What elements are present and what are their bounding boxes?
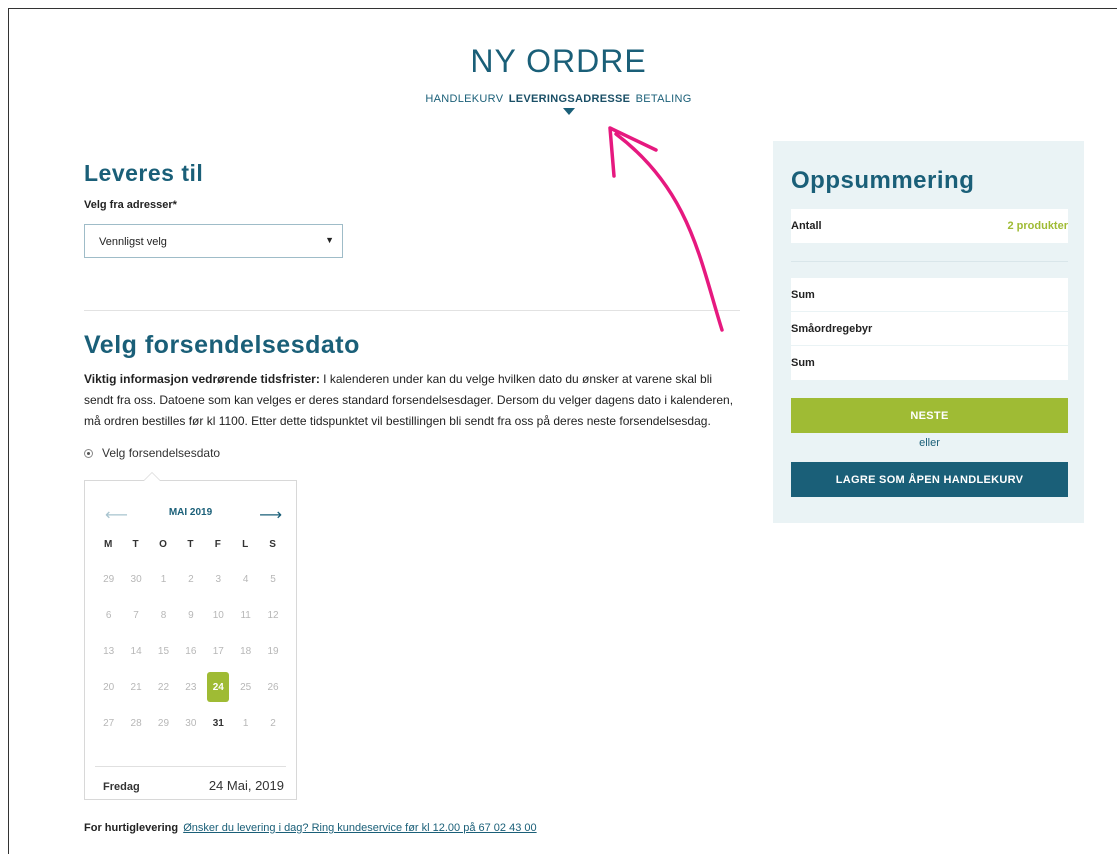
express-delivery-label: For hurtiglevering <box>84 822 179 834</box>
selected-date: 24 Mai, 2019 <box>208 778 284 793</box>
calendar-day[interactable]: 14 <box>122 637 149 665</box>
summary-separator <box>791 261 1068 262</box>
caret-down-icon: ▼ <box>325 235 334 245</box>
order-summary: Oppsummering Antall 2 produkter Sum Småo… <box>773 141 1084 523</box>
calendar-day[interactable]: 7 <box>122 601 149 629</box>
calendar-day[interactable]: 1 <box>150 565 177 593</box>
calendar-day[interactable]: 25 <box>232 673 259 701</box>
calendar-week: 20 21 22 23 24 25 26 <box>95 672 287 709</box>
calendar-day[interactable]: 26 <box>259 673 286 701</box>
calendar-day[interactable]: 11 <box>232 601 259 629</box>
calendar-day[interactable]: 21 <box>122 673 149 701</box>
express-delivery-link[interactable]: Ønsker du levering i dag? Ring kundeserv… <box>183 822 536 834</box>
summary-count-label: Antall <box>791 220 822 232</box>
calendar-day[interactable]: 10 <box>205 601 232 629</box>
weekday-header: O <box>159 539 168 550</box>
page-title: NY ORDRE <box>470 43 647 79</box>
calendar-day[interactable]: 16 <box>177 637 204 665</box>
shipping-date-option-label: Velg forsendelsesdato <box>102 446 221 460</box>
summary-totals: Sum Småordregebyr Sum <box>791 278 1068 380</box>
calendar-week: 27 28 29 30 31 1 2 <box>95 709 287 745</box>
calendar-day[interactable]: 3 <box>205 565 232 593</box>
shipping-date-heading: Velg forsendelsesdato <box>84 331 360 359</box>
calendar-week: 6 7 8 9 10 11 12 <box>95 601 287 637</box>
date-picker: ⟵ MAI 2019 ⟶ MTOTFLS 29 30 1 2 3 4 5 6 7 8 9 10 11 12… <box>84 472 297 800</box>
calendar-day[interactable]: 2 <box>259 709 286 737</box>
express-delivery: For hurtiglevering Ønsker du levering i … <box>84 822 537 834</box>
calendar-week: 29 30 1 2 3 4 5 <box>95 565 287 601</box>
step-cart[interactable]: HANDLEKURV <box>425 93 503 105</box>
calendar-day[interactable]: 30 <box>177 709 204 737</box>
step-payment[interactable]: BETALING <box>636 93 692 105</box>
calendar-day[interactable]: 12 <box>259 601 286 629</box>
weekday-header: F <box>214 539 222 550</box>
section-divider <box>84 310 740 311</box>
calendar-day[interactable]: 6 <box>95 601 122 629</box>
summary-row-label: Småordregebyr <box>791 322 873 335</box>
calendar-week: 13 14 15 16 17 18 19 <box>95 637 287 673</box>
weekday-header: T <box>187 539 195 550</box>
calendar-day[interactable]: 15 <box>150 637 177 665</box>
calendar-day[interactable]: 23 <box>177 673 204 701</box>
calendar-day[interactable]: 29 <box>95 565 122 593</box>
calendar-day[interactable]: 8 <box>150 601 177 629</box>
calendar-day[interactable]: 9 <box>177 601 204 629</box>
calendar-day[interactable]: 13 <box>95 637 122 665</box>
calendar-day[interactable]: 20 <box>95 673 122 701</box>
calendar-day[interactable]: 18 <box>232 637 259 665</box>
calendar-day[interactable]: 24 <box>207 672 230 702</box>
delivery-heading: Leveres til <box>84 160 204 186</box>
or-text: eller <box>919 437 940 449</box>
calendar-day[interactable]: 5 <box>259 565 286 593</box>
calendar-day[interactable]: 28 <box>122 709 149 737</box>
summary-count-box: Antall 2 produkter <box>791 209 1068 243</box>
calendar-day[interactable]: 1 <box>232 709 259 737</box>
calendar-footer: Fredag 24 Mai, 2019 <box>95 766 286 793</box>
summary-heading: Oppsummering <box>791 167 975 194</box>
arrow-right-icon[interactable]: ⟶ <box>259 505 282 525</box>
weekday-header: L <box>242 539 250 550</box>
weekday-header: M <box>104 539 114 550</box>
deadline-info-title: Viktig informasjon vedrørende tidsfriste… <box>84 372 320 386</box>
address-select-label: Velg fra adresser* <box>84 199 177 211</box>
summary-row-sum: Sum <box>791 278 1068 312</box>
calendar-day[interactable]: 22 <box>150 673 177 701</box>
next-button[interactable]: NESTE <box>791 398 1068 433</box>
address-select-value: Vennligst velg <box>99 236 167 248</box>
weekday-header: T <box>132 539 140 550</box>
shipping-date-option[interactable]: Velg forsendelsesdato <box>84 446 220 460</box>
summary-row-label: Sum <box>791 288 815 301</box>
radio-button[interactable] <box>84 448 93 458</box>
deadline-info: Viktig informasjon vedrørende tidsfriste… <box>84 369 744 432</box>
address-select[interactable]: Vennligst velg ▼ <box>84 224 343 258</box>
calendar-header: ⟵ MAI 2019 ⟶ <box>85 505 296 525</box>
calendar-day[interactable]: 4 <box>232 565 259 593</box>
calendar-day[interactable]: 19 <box>259 637 286 665</box>
summary-row-total: Sum <box>791 346 1068 380</box>
summary-row-label: Sum <box>791 357 815 369</box>
summary-count-value: 2 produkter <box>1007 220 1068 232</box>
selected-weekday: Fredag <box>103 781 140 793</box>
calendar-grid: 29 30 1 2 3 4 5 6 7 8 9 10 11 12 13 14 15 16 17 18 19 20 21 22 2… <box>95 565 287 745</box>
calendar-day[interactable]: 31 <box>205 709 232 737</box>
calendar-day[interactable]: 2 <box>177 565 204 593</box>
calendar-day[interactable]: 27 <box>95 709 122 737</box>
calendar-day[interactable]: 29 <box>150 709 177 737</box>
step-delivery-address[interactable]: LEVERINGSADRESSE <box>509 93 631 115</box>
save-open-cart-button[interactable]: LAGRE SOM ÅPEN HANDLEKURV <box>791 462 1068 497</box>
calendar-day[interactable]: 30 <box>122 565 149 593</box>
weekday-header: S <box>269 539 277 550</box>
weekday-headers: MTOTFLS <box>95 539 287 550</box>
calendar-day[interactable]: 17 <box>205 637 232 665</box>
checkout-steps: HANDLEKURV LEVERINGSADRESSE BETALING <box>0 93 1117 115</box>
summary-count-row: Antall 2 produkter <box>791 209 1068 243</box>
summary-row-small-order-fee: Småordregebyr <box>791 312 1068 346</box>
